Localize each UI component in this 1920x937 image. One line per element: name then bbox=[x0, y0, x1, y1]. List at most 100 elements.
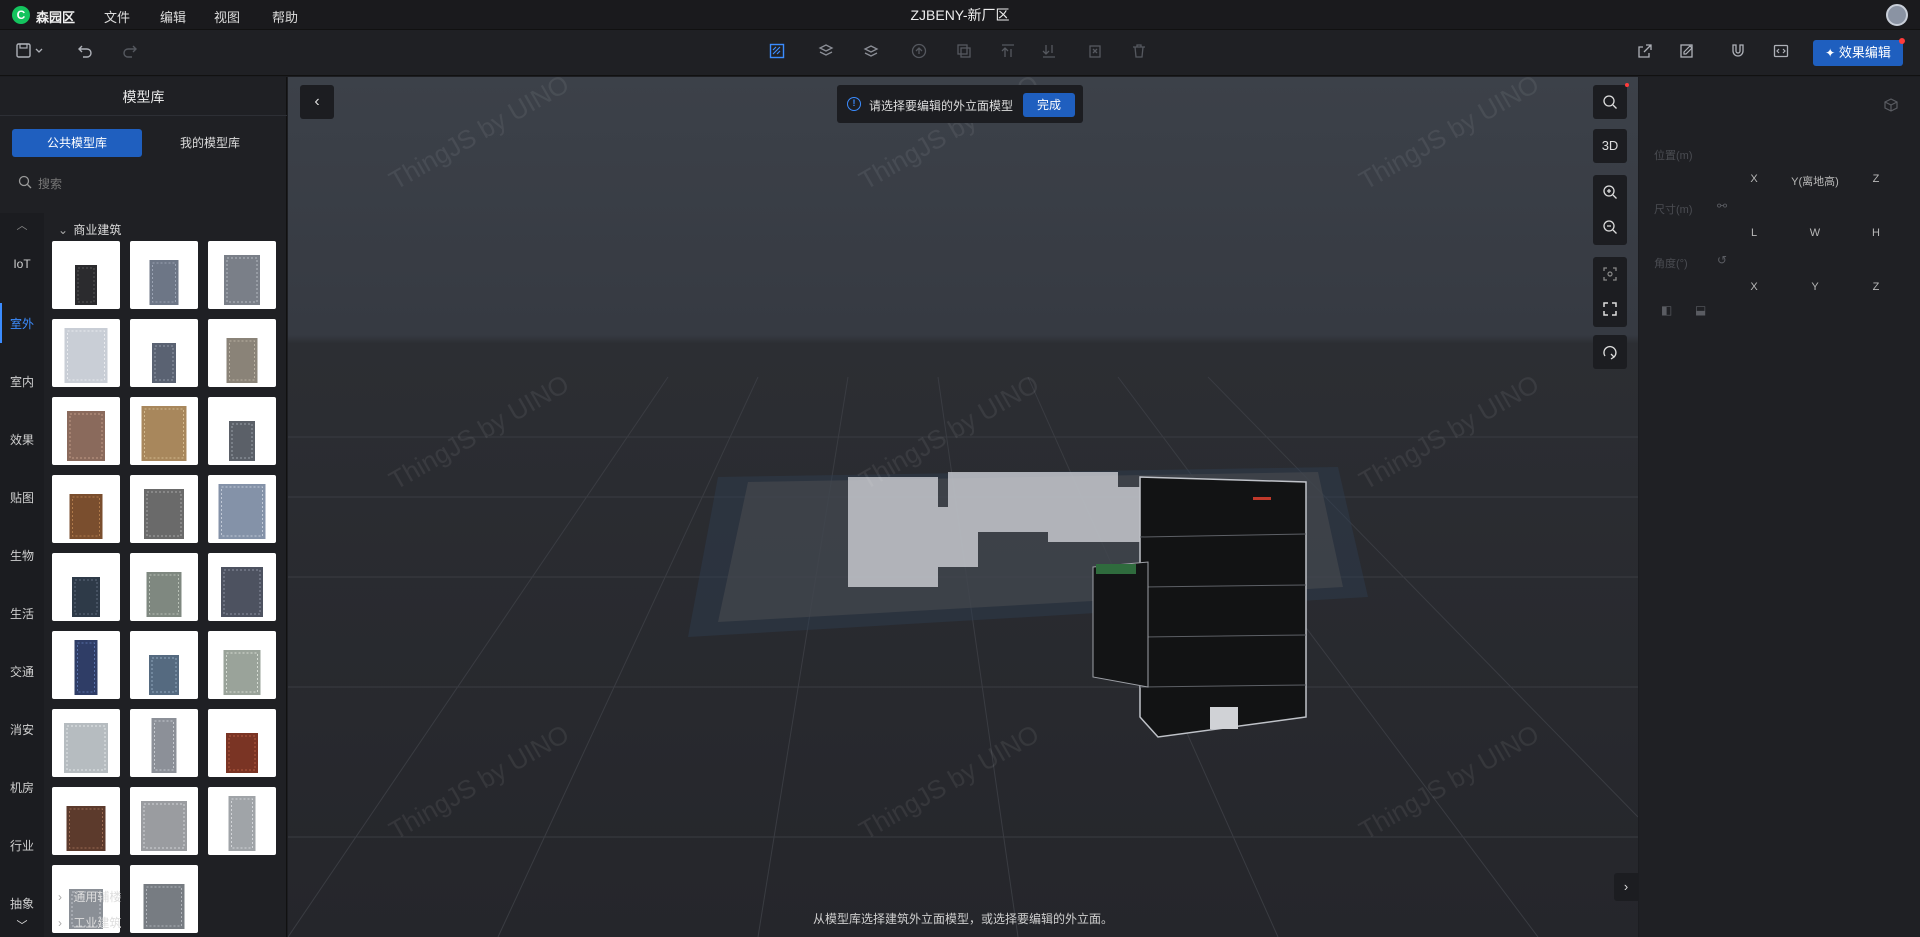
model-thumbnail[interactable] bbox=[52, 709, 120, 777]
model-thumbnail[interactable] bbox=[208, 787, 276, 855]
zoom-out-icon[interactable] bbox=[1593, 210, 1627, 244]
model-thumbnail[interactable] bbox=[52, 631, 120, 699]
zoom-in-icon[interactable] bbox=[1593, 175, 1627, 209]
model-thumbnail[interactable] bbox=[52, 319, 120, 387]
model-thumbnail[interactable] bbox=[208, 475, 276, 543]
model-thumbnail[interactable] bbox=[130, 865, 198, 933]
clear-icon[interactable] bbox=[1085, 43, 1105, 63]
model-thumbnail[interactable] bbox=[52, 475, 120, 543]
group-auxiliary-label: 通用辅楼 bbox=[73, 890, 122, 904]
code-icon[interactable] bbox=[1771, 43, 1791, 63]
facade-edit-icon[interactable] bbox=[767, 43, 787, 63]
model-thumbnail[interactable] bbox=[130, 241, 198, 309]
scroll-up-icon[interactable]: ︿ bbox=[0, 217, 44, 233]
model-thumbnail[interactable] bbox=[130, 709, 198, 777]
category-life[interactable]: 生活 bbox=[0, 605, 44, 622]
model-thumbnail[interactable] bbox=[208, 241, 276, 309]
3d-viewport[interactable]: ThingJS by UINO ThingJS by UINO ThingJS … bbox=[288, 77, 1638, 937]
info-icon: ! bbox=[847, 97, 861, 111]
view-mode-button[interactable]: 3D bbox=[1593, 129, 1627, 163]
app-name[interactable]: 森园区 bbox=[36, 7, 75, 26]
category-indoor[interactable]: 室内 bbox=[0, 373, 44, 390]
avatar[interactable] bbox=[1886, 4, 1908, 26]
model-thumbnail[interactable] bbox=[208, 319, 276, 387]
expand-right-panel-icon[interactable]: › bbox=[1614, 873, 1638, 901]
model-thumbnail[interactable] bbox=[208, 631, 276, 699]
category-texture[interactable]: 贴图 bbox=[0, 489, 44, 506]
size-l-label: L bbox=[1750, 227, 1758, 239]
scroll-down-icon[interactable]: ﹀ bbox=[0, 917, 44, 933]
category-effect[interactable]: 效果 bbox=[0, 431, 44, 448]
delete-icon[interactable] bbox=[1129, 43, 1149, 63]
move-down-icon[interactable] bbox=[1039, 43, 1059, 63]
group-commercial[interactable]: ⌄ 商业建筑 bbox=[58, 221, 121, 238]
flip-vertical-icon[interactable]: ⬓ bbox=[1695, 303, 1706, 317]
model-thumbnail[interactable] bbox=[52, 787, 120, 855]
position-z-label: Z bbox=[1872, 173, 1880, 185]
divider bbox=[0, 115, 287, 116]
search-icon bbox=[18, 175, 32, 189]
link-icon[interactable]: ⚯ bbox=[1717, 199, 1727, 213]
category-creature[interactable]: 生物 bbox=[0, 547, 44, 564]
magnet-icon[interactable] bbox=[1728, 43, 1748, 63]
category-industry[interactable]: 行业 bbox=[0, 837, 44, 854]
angle-y-label: Y bbox=[1811, 281, 1819, 293]
model-thumbnail[interactable] bbox=[130, 475, 198, 543]
model-thumbnail[interactable] bbox=[52, 397, 120, 465]
reset-rotation-icon[interactable]: ↺ bbox=[1717, 253, 1727, 267]
save-icon[interactable] bbox=[16, 43, 50, 63]
fullscreen-icon[interactable] bbox=[1593, 292, 1627, 326]
menu-bar: C 森园区 文件 编辑 视图 帮助 ZJBENY-新厂区 bbox=[0, 0, 1920, 30]
model-list: ⌄ 商业建筑 › 通用辅楼 › 工业建筑 bbox=[52, 213, 282, 937]
redo-icon[interactable] bbox=[120, 43, 140, 63]
position-x-label: X bbox=[1750, 173, 1758, 185]
upload-icon[interactable] bbox=[909, 43, 929, 63]
angle-label: 角度(°) bbox=[1654, 258, 1688, 270]
rotate-view-icon[interactable] bbox=[1593, 335, 1627, 369]
flip-horizontal-icon[interactable]: ◧ bbox=[1661, 303, 1672, 317]
model-thumbnail[interactable] bbox=[130, 787, 198, 855]
search-input[interactable] bbox=[38, 173, 268, 195]
chevron-down-icon: ⌄ bbox=[58, 223, 69, 237]
layers-icon[interactable] bbox=[861, 43, 881, 63]
tab-my-library[interactable]: 我的模型库 bbox=[145, 129, 275, 157]
category-traffic[interactable]: 交通 bbox=[0, 663, 44, 680]
model-thumbnail[interactable] bbox=[130, 397, 198, 465]
layers-up-icon[interactable] bbox=[816, 43, 836, 63]
category-iot[interactable]: IoT bbox=[0, 257, 44, 271]
category-abstract[interactable]: 抽象 bbox=[0, 895, 44, 912]
move-up-icon[interactable] bbox=[998, 43, 1018, 63]
model-thumbnail[interactable] bbox=[52, 241, 120, 309]
effect-edit-label: 效果编辑 bbox=[1838, 45, 1891, 60]
menu-file[interactable]: 文件 bbox=[104, 7, 130, 26]
focus-icon[interactable] bbox=[1593, 257, 1627, 291]
position-label: 位置(m) bbox=[1654, 150, 1693, 162]
category-server-room[interactable]: 机房 bbox=[0, 779, 44, 796]
undo-icon[interactable] bbox=[75, 43, 95, 63]
model-thumbnail[interactable] bbox=[130, 319, 198, 387]
tab-public-library[interactable]: 公共模型库 bbox=[12, 129, 142, 157]
model-thumbnail[interactable] bbox=[208, 709, 276, 777]
export-icon[interactable] bbox=[1635, 43, 1655, 63]
menu-view[interactable]: 视图 bbox=[214, 7, 240, 26]
model-library-panel: 模型库 公共模型库 我的模型库 ︿ IoT 室外 室内 效果 贴图 生物 生活 … bbox=[0, 77, 287, 937]
model-thumbnail[interactable] bbox=[130, 631, 198, 699]
menu-help[interactable]: 帮助 bbox=[272, 7, 298, 26]
done-button[interactable]: 完成 bbox=[1023, 93, 1075, 117]
model-thumbnail[interactable] bbox=[208, 397, 276, 465]
collapse-panel-button[interactable]: ‹ bbox=[300, 85, 334, 119]
notification-dot bbox=[1899, 38, 1905, 44]
menu-edit[interactable]: 编辑 bbox=[160, 7, 186, 26]
model-thumbnail[interactable] bbox=[130, 553, 198, 621]
search-icon[interactable] bbox=[1593, 85, 1627, 119]
group-commercial-label: 商业建筑 bbox=[73, 223, 122, 237]
group-auxiliary[interactable]: › 通用辅楼 bbox=[58, 888, 121, 905]
category-outdoor[interactable]: 室外 bbox=[0, 303, 44, 343]
category-fire-safety[interactable]: 消安 bbox=[0, 721, 44, 738]
group-industrial[interactable]: › 工业建筑 bbox=[58, 914, 121, 931]
model-thumbnail[interactable] bbox=[52, 553, 120, 621]
edit-note-icon[interactable] bbox=[1677, 43, 1697, 63]
effect-edit-button[interactable]: ✦ 效果编辑 bbox=[1813, 38, 1905, 66]
model-thumbnail[interactable] bbox=[208, 553, 276, 621]
copy-icon[interactable] bbox=[954, 43, 974, 63]
